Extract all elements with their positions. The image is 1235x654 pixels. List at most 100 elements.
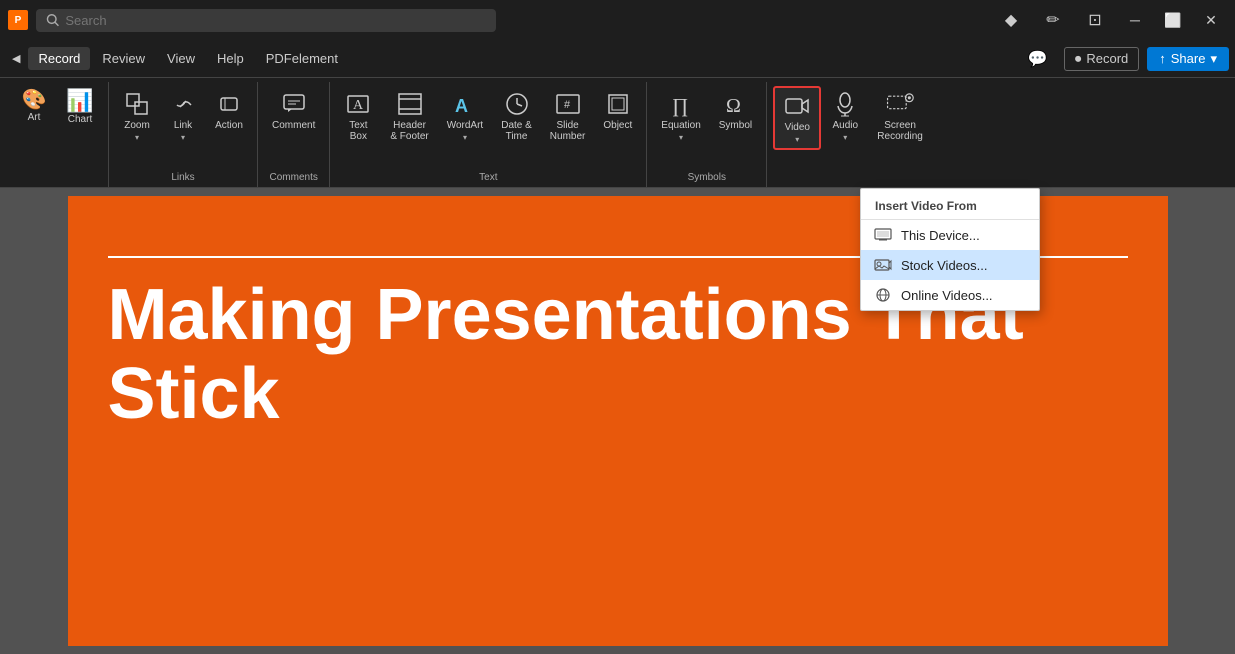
svg-text:Ω: Ω — [726, 95, 741, 117]
ribbon-btn-video[interactable]: Video ▾ — [773, 86, 821, 150]
insert-video-dropdown: Insert Video From This Device... Stock V… — [860, 188, 1040, 311]
ribbon-btn-datetime[interactable]: Date &Time — [493, 86, 540, 146]
ribbon-btn-audio[interactable]: Audio ▾ — [823, 86, 867, 146]
ribbon-symbols-label: Symbols — [653, 169, 760, 187]
ribbon-btn-wordart[interactable]: A WordArt ▾ — [439, 86, 492, 146]
ribbon-group-media-items: Video ▾ Audio ▾ ScreenRecor — [773, 82, 941, 180]
headerfooter-label: Header& Footer — [390, 120, 428, 142]
record-button-menubar[interactable]: ⏺ Record — [1064, 47, 1139, 71]
chart-label: Chart — [68, 114, 92, 125]
menu-bar-right: 💬 ⏺ Record ↑ Share ▾ — [1020, 45, 1229, 73]
thisdevice-icon — [873, 227, 893, 243]
zoom-chevron: ▾ — [135, 133, 139, 142]
layout-icon[interactable]: ⊡ — [1077, 6, 1113, 34]
ribbon-group-art: 🎨 Art 📊 Chart — [6, 82, 109, 187]
back-arrow[interactable]: ◀ — [6, 48, 26, 69]
record-label: Record — [1086, 51, 1128, 66]
diamond-icon[interactable]: ◆ — [993, 6, 1029, 34]
ribbon-btn-symbol[interactable]: Ω Symbol — [711, 86, 760, 135]
stockvideos-label: Stock Videos... — [901, 258, 987, 273]
minimize-button[interactable]: ─ — [1119, 6, 1151, 34]
ribbon-group-symbols: ∏ Equation ▾ Ω Symbol Symbols — [647, 82, 767, 187]
audio-label: Audio — [832, 120, 858, 131]
comment-icon[interactable]: 💬 — [1020, 45, 1056, 73]
video-label: Video — [785, 122, 810, 133]
slidenumber-label: SlideNumber — [550, 120, 586, 142]
svg-text:A: A — [353, 98, 364, 113]
art-label: Art — [28, 112, 41, 123]
onlinevideos-label: Online Videos... — [901, 288, 993, 303]
ribbon-group-links-items: Zoom ▾ Link ▾ Action — [115, 82, 251, 169]
pen-icon[interactable]: ✏ — [1035, 6, 1071, 34]
close-button[interactable]: ✕ — [1195, 6, 1227, 34]
menu-record[interactable]: Record — [28, 47, 90, 70]
link-chevron: ▾ — [181, 133, 185, 142]
search-icon — [46, 13, 59, 27]
ribbon: 🎨 Art 📊 Chart Zoom ▾ — [0, 78, 1235, 188]
object-icon — [604, 90, 632, 118]
title-bar-actions: ◆ ✏ ⊡ ─ ⬜ ✕ — [993, 6, 1227, 34]
ribbon-btn-art[interactable]: 🎨 Art — [12, 86, 56, 127]
ribbon-btn-equation[interactable]: ∏ Equation ▾ — [653, 86, 708, 146]
chevron-down-icon: ▾ — [1210, 51, 1217, 67]
ribbon-btn-link[interactable]: Link ▾ — [161, 86, 205, 146]
ribbon-group-media: Video ▾ Audio ▾ ScreenRecor — [767, 82, 947, 187]
slide-area: Making Presentations That Stick — [0, 188, 1235, 654]
menu-view[interactable]: View — [157, 47, 205, 70]
textbox-label: TextBox — [349, 120, 367, 142]
ribbon-btn-slidenumber[interactable]: # SlideNumber — [542, 86, 594, 146]
chart-icon: 📊 — [66, 90, 93, 112]
ribbon-btn-screenrecording[interactable]: ScreenRecording — [869, 86, 931, 146]
ribbon-group-links: Zoom ▾ Link ▾ Action Links — [109, 82, 258, 187]
ribbon-btn-headerfooter[interactable]: Header& Footer — [382, 86, 436, 146]
menu-help[interactable]: Help — [207, 47, 254, 70]
ribbon-btn-comment[interactable]: Comment — [264, 86, 323, 135]
stockvideos-icon — [873, 257, 893, 273]
share-button[interactable]: ↑ Share ▾ — [1147, 47, 1229, 71]
ribbon-btn-action[interactable]: Action — [207, 86, 251, 135]
maximize-button[interactable]: ⬜ — [1157, 6, 1189, 34]
dropdown-item-onlinevideos[interactable]: Online Videos... — [861, 280, 1039, 310]
dropdown-item-thisdevice[interactable]: This Device... — [861, 220, 1039, 250]
equation-label: Equation — [661, 120, 700, 131]
link-label: Link — [174, 120, 192, 131]
ribbon-group-comments-items: Comment — [264, 82, 323, 169]
dropdown-item-stockvideos[interactable]: Stock Videos... — [861, 250, 1039, 280]
ribbon-group-text: A TextBox Header& Footer A WordArt ▾ — [330, 82, 647, 187]
wordart-chevron: ▾ — [463, 133, 467, 142]
menu-review[interactable]: Review — [92, 47, 155, 70]
equation-chevron: ▾ — [679, 133, 683, 142]
action-icon — [215, 90, 243, 118]
textbox-icon: A — [344, 90, 372, 118]
ribbon-group-comments: Comment Comments — [258, 82, 330, 187]
action-label: Action — [215, 120, 243, 131]
ribbon-links-label: Links — [115, 169, 251, 187]
video-chevron: ▾ — [795, 135, 799, 144]
app-logo: P — [8, 10, 28, 30]
ribbon-group-symbols-items: ∏ Equation ▾ Ω Symbol — [653, 82, 760, 169]
ribbon-btn-object[interactable]: Object — [595, 86, 640, 135]
screenrecording-label: ScreenRecording — [877, 120, 923, 142]
search-input[interactable] — [65, 13, 486, 28]
title-bar: P ◆ ✏ ⊡ ─ ⬜ ✕ — [0, 0, 1235, 40]
zoom-icon — [123, 90, 151, 118]
search-box[interactable] — [36, 9, 496, 32]
menu-bar: ◀ Record Review View Help PDFelement 💬 ⏺… — [0, 40, 1235, 78]
share-icon: ↑ — [1159, 51, 1166, 66]
link-icon — [169, 90, 197, 118]
dropdown-header: Insert Video From — [861, 189, 1039, 220]
comment-label: Comment — [272, 120, 315, 131]
datetime-icon — [503, 90, 531, 118]
ribbon-btn-chart[interactable]: 📊 Chart — [58, 86, 102, 129]
screenrecording-icon — [886, 90, 914, 118]
ribbon-group-art-items: 🎨 Art 📊 Chart — [12, 82, 102, 180]
svg-text:A: A — [455, 96, 468, 116]
ribbon-group-text-items: A TextBox Header& Footer A WordArt ▾ — [336, 82, 640, 169]
ribbon-btn-zoom[interactable]: Zoom ▾ — [115, 86, 159, 146]
symbol-label: Symbol — [719, 120, 752, 131]
ribbon-text-label: Text — [336, 169, 640, 187]
slidenumber-icon: # — [554, 90, 582, 118]
thisdevice-label: This Device... — [901, 228, 980, 243]
menu-pdfelement[interactable]: PDFelement — [256, 47, 348, 70]
ribbon-btn-textbox[interactable]: A TextBox — [336, 86, 380, 146]
